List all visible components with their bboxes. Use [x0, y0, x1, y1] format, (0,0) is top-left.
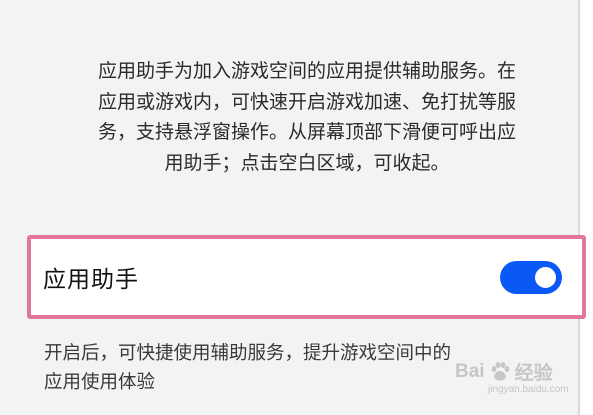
baidu-paw-icon: [491, 361, 509, 380]
watermark-brand-right: 经验: [514, 363, 553, 384]
baidu-watermark: Bai 经验: [455, 358, 553, 385]
intro-line: 务，支持悬浮窗操作。从屏幕顶部下滑便可呼出应: [97, 121, 516, 143]
app-assistant-setting-card: 应用助手: [27, 235, 586, 319]
watermark-brand-left: Bai: [455, 360, 485, 382]
adjacent-panel: [580, 0, 593, 415]
app-assistant-switch[interactable]: [500, 260, 562, 294]
intro-line: 应用或游戏内，可快速开启游戏加速、免打扰等服: [97, 90, 516, 113]
intro-line: 用助手；点击空白区域，可收起。: [164, 151, 450, 174]
settings-screen: 应用助手为加入游戏空间的应用提供辅助服务。在 应用或游戏内，可快速开启游戏加速、…: [0, 0, 593, 415]
watermark-url: jingyan.baidu.com: [488, 384, 569, 395]
app-assistant-label: 应用助手: [43, 267, 139, 293]
switch-knob: [533, 264, 558, 290]
feature-introduction: 应用助手为加入游戏空间的应用提供辅助服务。在 应用或游戏内，可快速开启游戏加速、…: [40, 56, 574, 178]
app-assistant-toggle-row[interactable]: 应用助手: [31, 239, 582, 315]
intro-line: 应用助手为加入游戏空间的应用提供辅助服务。在: [97, 60, 516, 82]
